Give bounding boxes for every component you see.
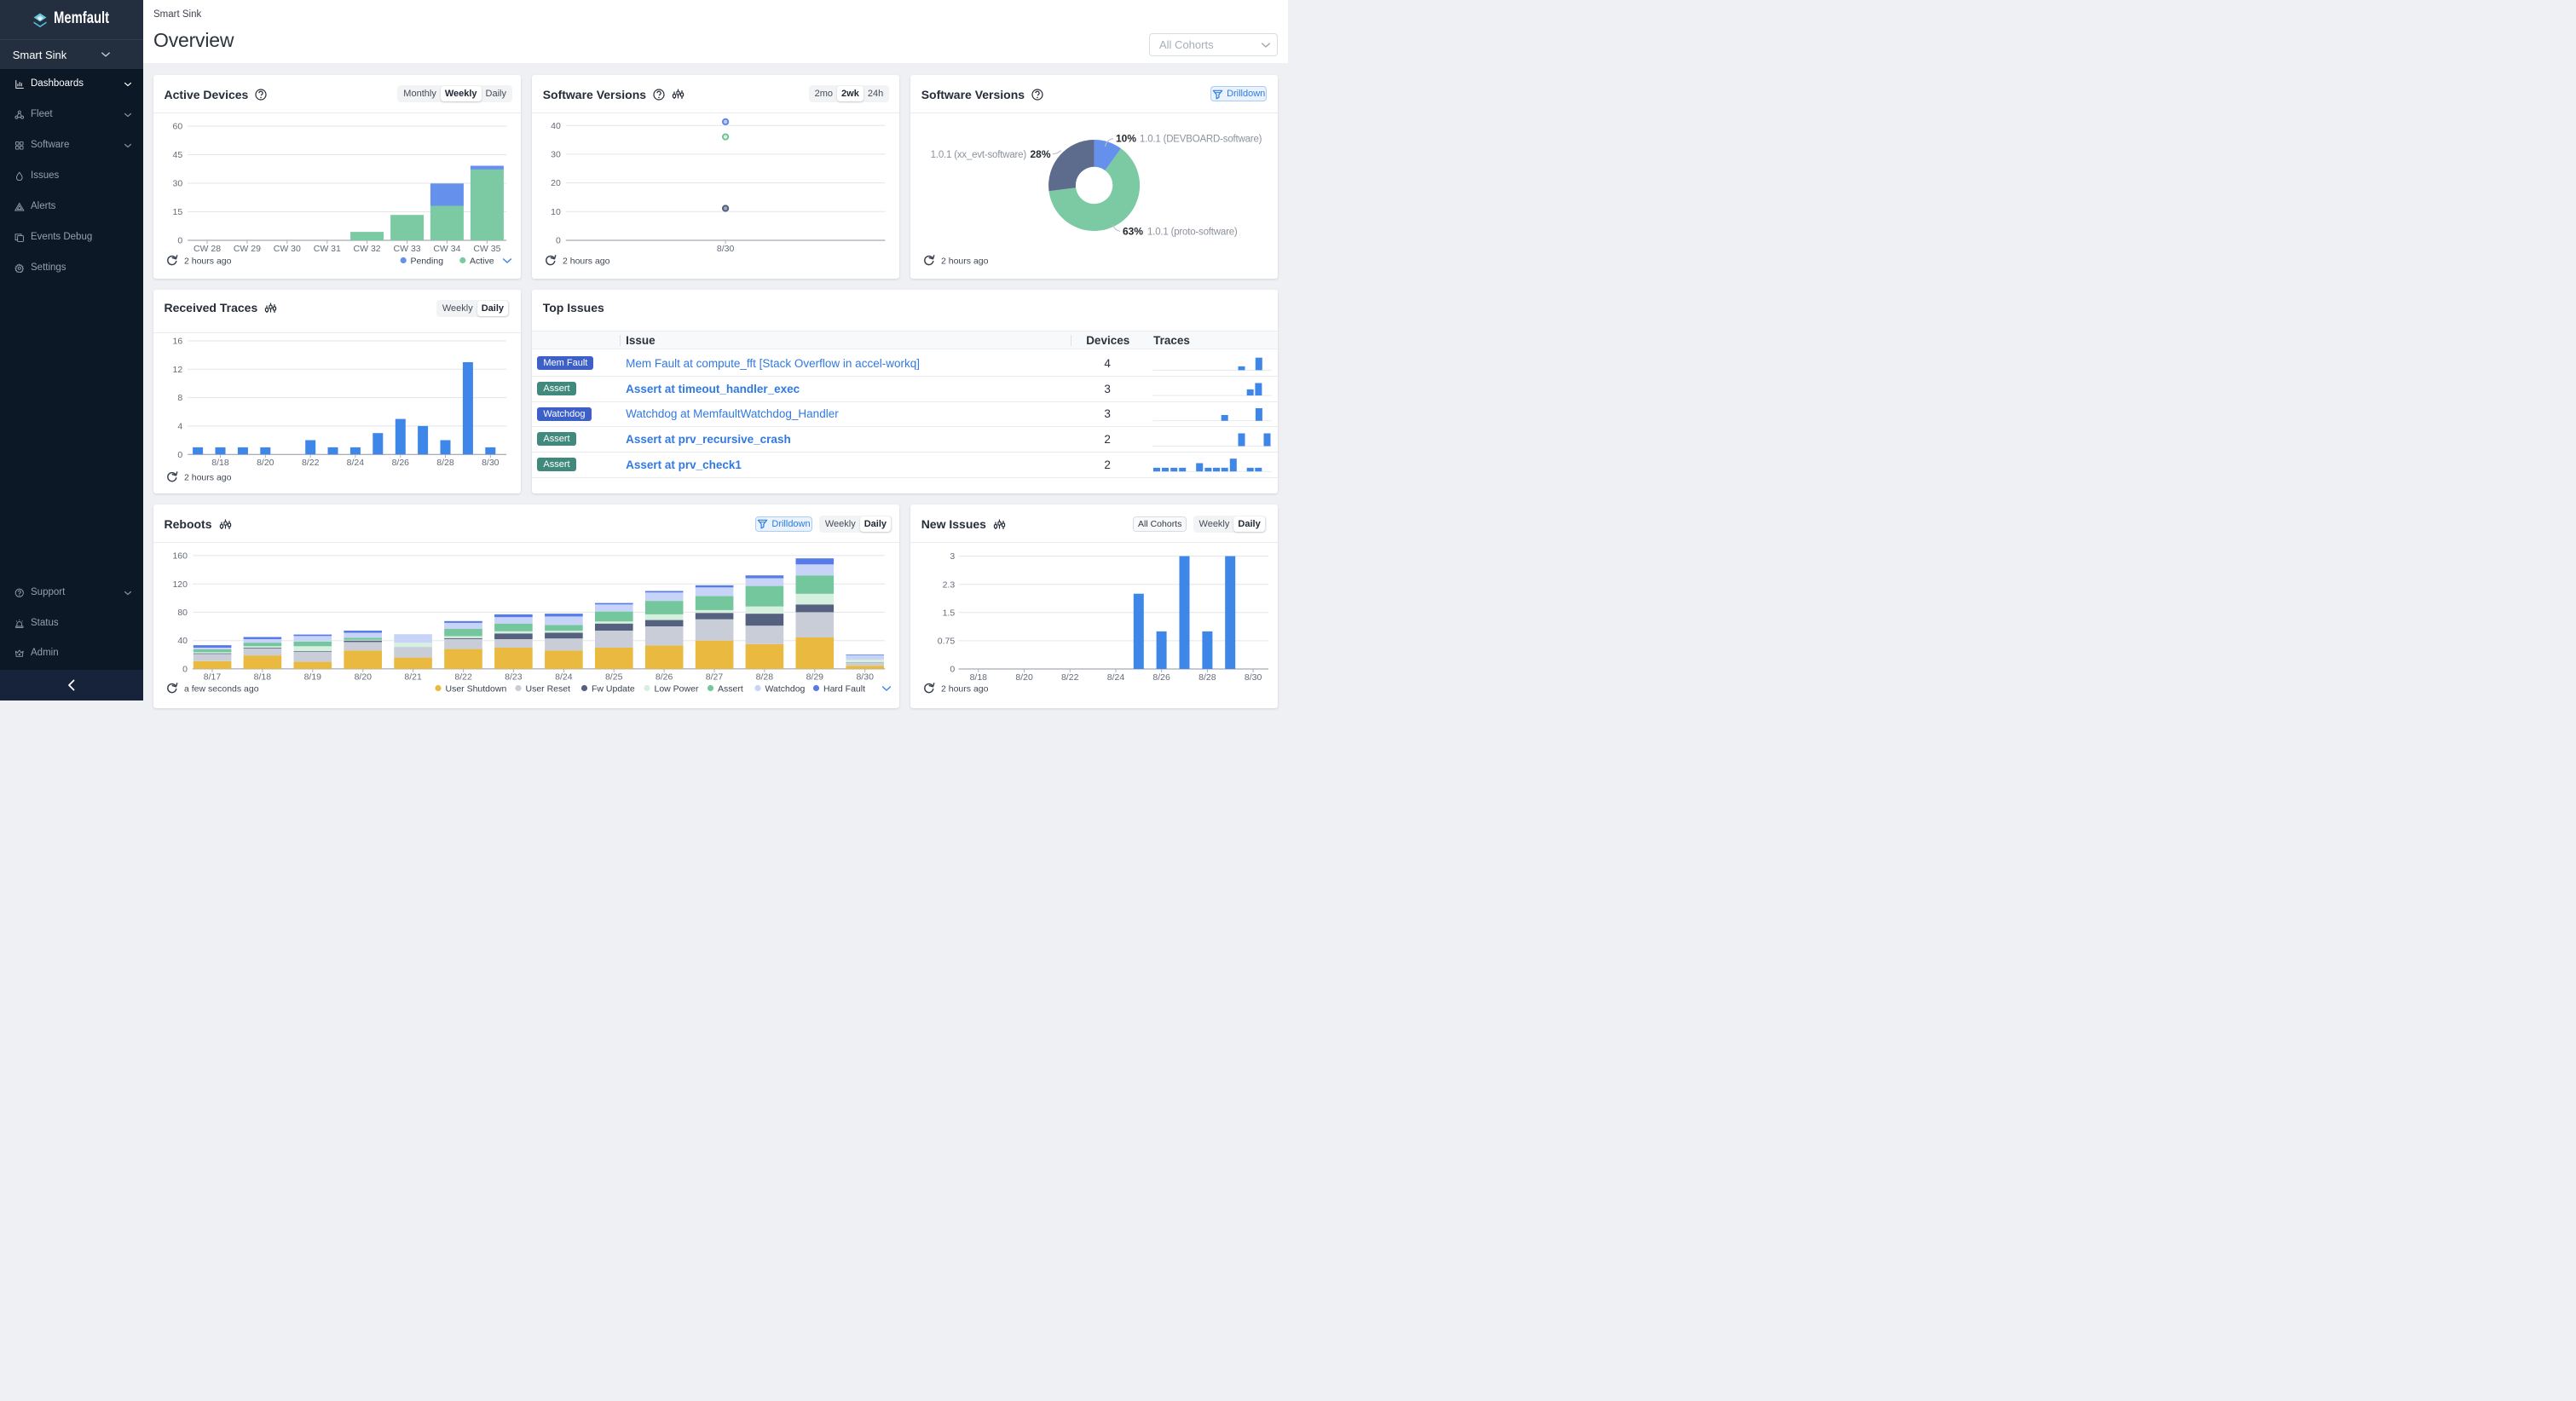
svg-text:1.0.1 (DEVBOARD-software): 1.0.1 (DEVBOARD-software)	[1140, 135, 1262, 145]
svg-text:CW 28: CW 28	[193, 244, 221, 254]
svg-text:8/26: 8/26	[656, 672, 673, 682]
svg-text:8/24: 8/24	[347, 458, 365, 468]
svg-text:15: 15	[173, 207, 183, 217]
svg-text:8/27: 8/27	[706, 672, 724, 682]
svg-text:Active: Active	[470, 256, 494, 266]
svg-text:2.3: 2.3	[943, 579, 956, 590]
svg-text:0.75: 0.75	[938, 636, 956, 646]
svg-text:8/26: 8/26	[1153, 672, 1171, 682]
svg-text:8/28: 8/28	[1198, 672, 1216, 682]
svg-text:20: 20	[551, 178, 561, 188]
svg-text:8/17: 8/17	[204, 672, 222, 682]
svg-text:60: 60	[173, 122, 183, 132]
svg-text:8/18: 8/18	[254, 672, 272, 682]
svg-text:0: 0	[556, 236, 561, 246]
svg-text:Watchdog: Watchdog	[765, 683, 806, 694]
svg-text:CW 33: CW 33	[394, 244, 421, 254]
svg-text:a few seconds ago: a few seconds ago	[184, 683, 259, 694]
svg-text:CW 34: CW 34	[433, 244, 460, 254]
svg-text:8/24: 8/24	[1107, 672, 1125, 682]
svg-text:CW 31: CW 31	[314, 244, 341, 254]
svg-text:8/28: 8/28	[756, 672, 774, 682]
svg-text:40: 40	[551, 121, 561, 131]
svg-text:8/19: 8/19	[304, 672, 322, 682]
svg-text:12: 12	[173, 365, 183, 375]
svg-text:8/21: 8/21	[404, 672, 422, 682]
svg-text:CW 35: CW 35	[473, 244, 500, 254]
svg-text:8/20: 8/20	[355, 672, 373, 682]
svg-text:User Shutdown: User Shutdown	[446, 683, 507, 694]
svg-text:8/30: 8/30	[856, 672, 874, 682]
svg-text:0: 0	[177, 236, 182, 246]
svg-text:8/22: 8/22	[454, 672, 472, 682]
svg-text:16: 16	[173, 336, 183, 346]
svg-text:CW 29: CW 29	[234, 244, 261, 254]
svg-text:8/30: 8/30	[717, 244, 735, 254]
svg-text:0: 0	[177, 450, 182, 460]
svg-text:2 hours ago: 2 hours ago	[184, 472, 232, 482]
svg-text:8: 8	[177, 393, 182, 403]
svg-text:0: 0	[182, 664, 188, 674]
svg-text:8/23: 8/23	[505, 672, 523, 682]
svg-text:40: 40	[177, 636, 188, 646]
svg-text:8/30: 8/30	[482, 458, 500, 468]
svg-text:Hard Fault: Hard Fault	[823, 683, 865, 694]
svg-text:8/28: 8/28	[436, 458, 454, 468]
svg-text:8/29: 8/29	[806, 672, 824, 682]
svg-text:8/22: 8/22	[1061, 672, 1079, 682]
svg-text:3: 3	[950, 551, 956, 562]
svg-text:8/20: 8/20	[257, 458, 274, 468]
svg-text:Fw Update: Fw Update	[592, 683, 635, 694]
svg-text:160: 160	[172, 551, 188, 561]
svg-text:8/26: 8/26	[392, 458, 410, 468]
svg-text:Pending: Pending	[411, 256, 444, 266]
svg-text:8/18: 8/18	[970, 672, 988, 682]
svg-text:User Reset: User Reset	[526, 683, 571, 694]
svg-text:45: 45	[173, 150, 183, 160]
svg-text:4: 4	[177, 421, 182, 431]
svg-text:28%: 28%	[1031, 148, 1051, 160]
svg-text:Assert: Assert	[718, 683, 743, 694]
svg-text:CW 32: CW 32	[354, 244, 381, 254]
svg-text:10: 10	[551, 207, 561, 217]
svg-text:8/30: 8/30	[1245, 672, 1262, 682]
svg-text:120: 120	[172, 579, 188, 589]
svg-text:63%: 63%	[1123, 226, 1143, 238]
svg-text:8/24: 8/24	[555, 672, 573, 682]
svg-text:10%: 10%	[1116, 133, 1136, 145]
svg-text:8/25: 8/25	[605, 672, 623, 682]
svg-text:0: 0	[950, 664, 956, 674]
svg-text:8/20: 8/20	[1016, 672, 1034, 682]
svg-text:1.5: 1.5	[943, 608, 956, 618]
svg-text:30: 30	[173, 179, 183, 189]
svg-text:2 hours ago: 2 hours ago	[184, 256, 232, 266]
svg-text:8/18: 8/18	[211, 458, 229, 468]
svg-text:30: 30	[551, 150, 561, 160]
svg-text:2 hours ago: 2 hours ago	[941, 256, 989, 266]
svg-text:1.0.1 (proto-software): 1.0.1 (proto-software)	[1147, 228, 1238, 238]
svg-text:2 hours ago: 2 hours ago	[563, 256, 610, 266]
svg-text:80: 80	[177, 608, 188, 618]
svg-text:1.0.1 (xx_evt-software): 1.0.1 (xx_evt-software)	[931, 150, 1027, 160]
svg-text:8/22: 8/22	[302, 458, 320, 468]
svg-text:Low Power: Low Power	[655, 683, 699, 694]
svg-text:CW 30: CW 30	[274, 244, 301, 254]
svg-text:2 hours ago: 2 hours ago	[941, 683, 989, 694]
